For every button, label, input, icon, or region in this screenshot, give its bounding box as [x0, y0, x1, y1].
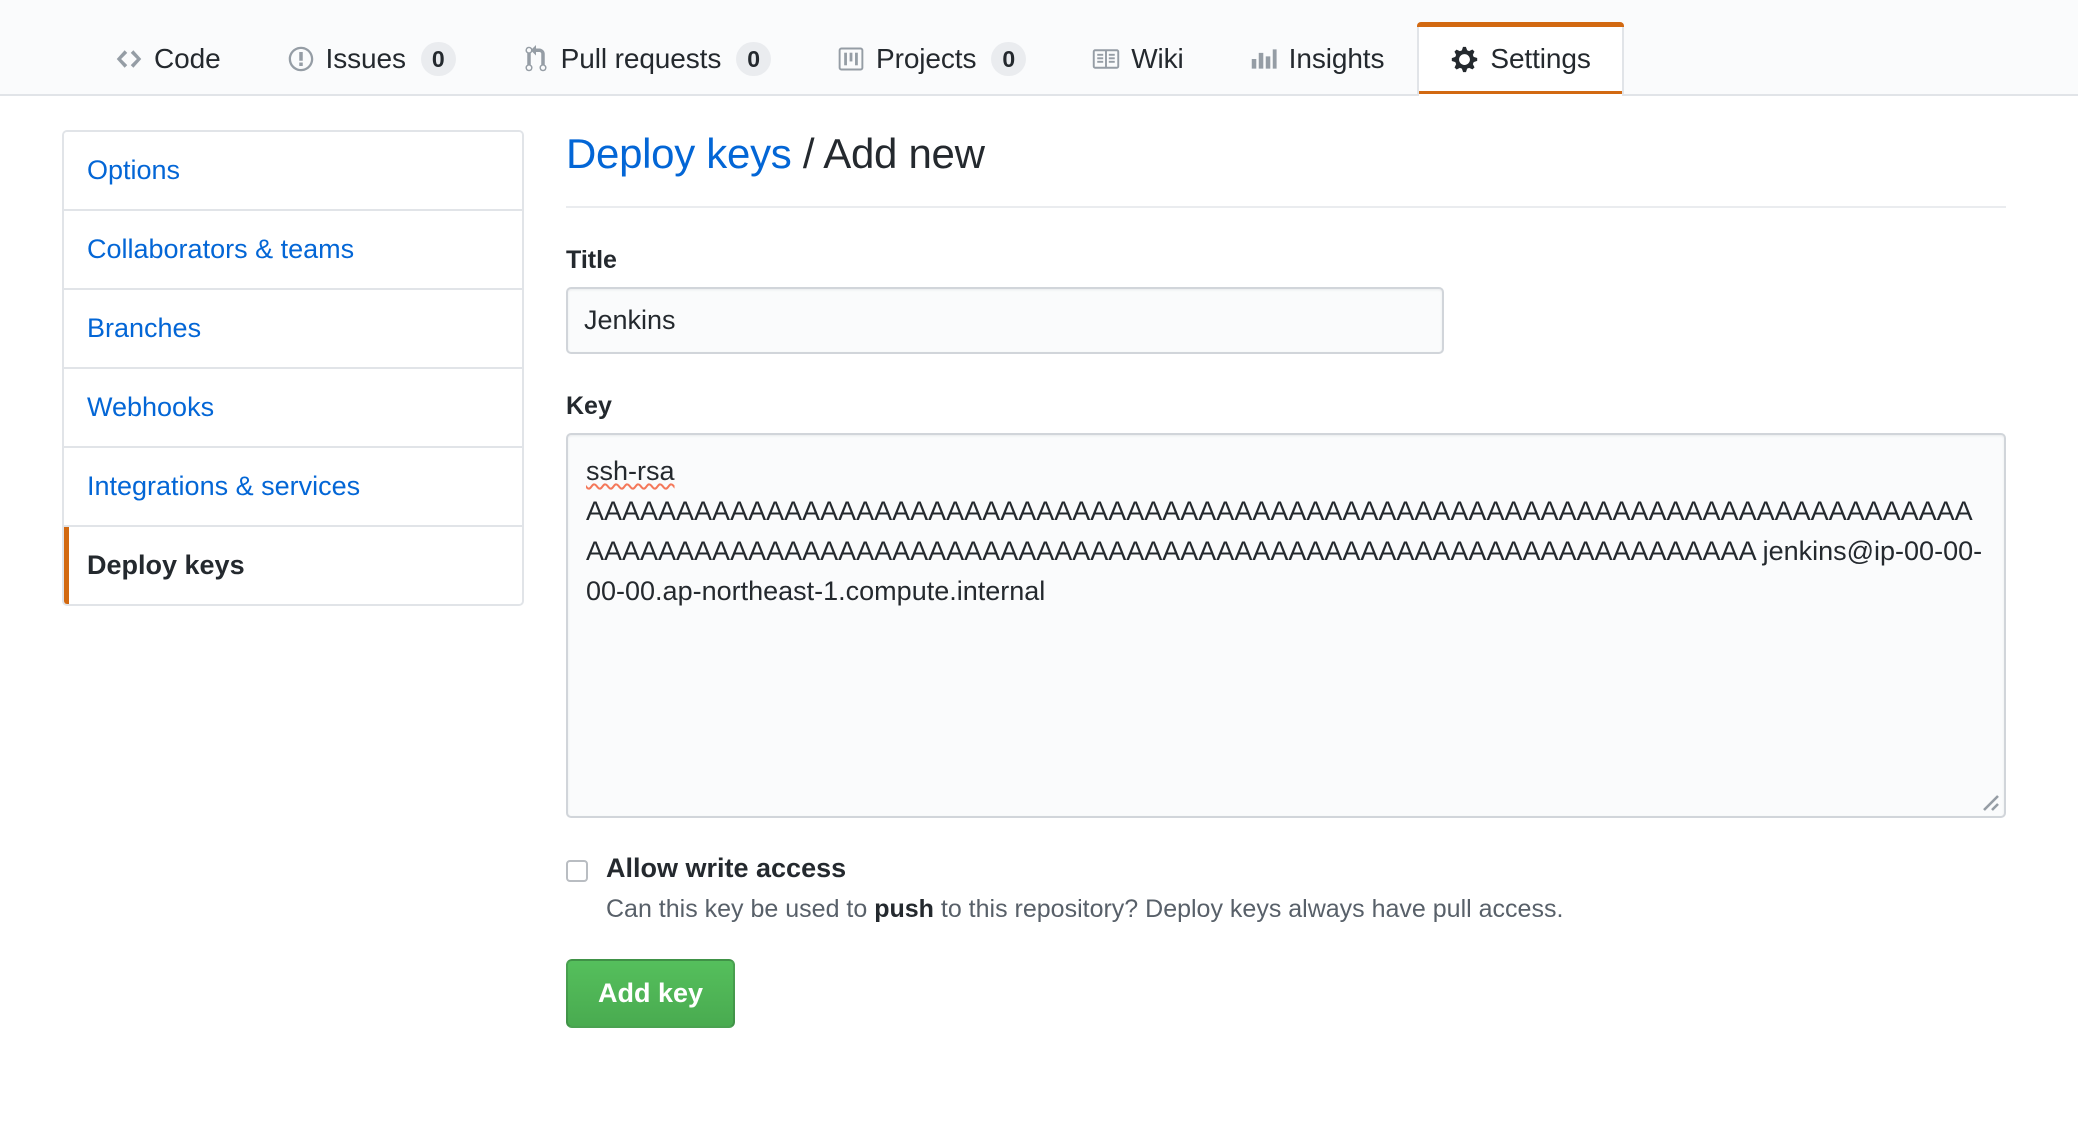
tab-pull-requests-count: 0 [736, 42, 772, 76]
key-body-text: AAAAAAAAAAAAAAAAAAAAAAAAAAAAAAAAAAAAAAAA… [586, 496, 1983, 606]
page-title: Deploy keys / Add new [566, 130, 2006, 208]
breadcrumb-current: Add new [823, 130, 985, 177]
sidebar-item-label: Collaborators & teams [87, 234, 355, 264]
tab-issues[interactable]: Issues 0 [254, 22, 489, 94]
tab-pull-requests[interactable]: Pull requests 0 [489, 22, 804, 94]
settings-sidebar: Options Collaborators & teams Branches W… [62, 130, 524, 606]
title-label: Title [566, 246, 617, 274]
tab-projects[interactable]: Projects 0 [804, 22, 1059, 94]
sidebar-item-branches[interactable]: Branches [64, 290, 522, 369]
allow-write-access-row: Allow write access Can this key be used … [566, 852, 2006, 927]
allow-write-access-checkbox[interactable] [566, 860, 588, 882]
tab-wiki[interactable]: Wiki [1059, 22, 1216, 94]
tab-projects-label: Projects [876, 43, 977, 74]
tab-projects-count: 0 [991, 42, 1027, 76]
title-input[interactable] [566, 287, 1444, 354]
allow-write-access-note: Can this key be used to push to this rep… [606, 893, 1563, 927]
tab-insights-label: Insights [1288, 43, 1385, 74]
note-text-after: to this repository? Deploy keys always h… [933, 895, 1564, 924]
sidebar-item-options[interactable]: Options [64, 132, 522, 211]
title-form-group: Title [566, 246, 2006, 354]
tab-issues-label: Issues [325, 43, 406, 74]
settings-page: Options Collaborators & teams Branches W… [0, 96, 2078, 1029]
sidebar-item-label: Deploy keys [87, 550, 245, 580]
key-form-group: Key ssh-rsa AAAAAAAAAAAAAAAAAAAAAAAAAAAA… [566, 392, 2006, 818]
tab-wiki-label: Wiki [1131, 43, 1184, 74]
tab-pull-requests-label: Pull requests [560, 43, 722, 74]
sidebar-item-label: Branches [87, 313, 202, 343]
sidebar-item-webhooks[interactable]: Webhooks [64, 369, 522, 448]
sidebar-item-label: Options [87, 155, 181, 185]
tab-insights[interactable]: Insights [1217, 22, 1418, 94]
allow-write-access-text-block: Allow write access Can this key be used … [606, 852, 1563, 927]
note-text-bold: push [874, 895, 934, 924]
book-icon [1092, 45, 1120, 73]
tab-issues-count: 0 [420, 42, 456, 76]
repo-nav-bar: Code Issues 0 Pull requests 0 Projects 0… [0, 0, 2078, 98]
add-key-button[interactable]: Add key [566, 959, 736, 1029]
breadcrumb-separator: / [791, 130, 824, 177]
note-text-before: Can this key be used to [606, 895, 875, 924]
sidebar-item-label: Webhooks [87, 392, 215, 422]
tab-settings[interactable]: Settings [1417, 22, 1625, 98]
git-pull-request-icon [522, 45, 550, 73]
graph-icon [1250, 45, 1278, 73]
repo-nav-tablist: Code Issues 0 Pull requests 0 Projects 0… [0, 0, 2078, 98]
key-textarea[interactable]: ssh-rsa AAAAAAAAAAAAAAAAAAAAAAAAAAAAAAAA… [566, 433, 2006, 818]
code-icon [115, 45, 143, 73]
tab-settings-label: Settings [1490, 43, 1591, 74]
sidebar-item-integrations-services[interactable]: Integrations & services [64, 448, 522, 527]
project-icon [837, 45, 865, 73]
allow-write-access-label[interactable]: Allow write access [606, 852, 1563, 884]
breadcrumb-deploy-keys-link[interactable]: Deploy keys [566, 130, 792, 177]
tab-code-label: Code [154, 43, 221, 74]
main-content: Deploy keys / Add new Title Key ssh-rsa … [524, 130, 2078, 1029]
sidebar-item-collaborators-teams[interactable]: Collaborators & teams [64, 211, 522, 290]
tab-code[interactable]: Code [82, 22, 254, 94]
key-textarea-wrapper: ssh-rsa AAAAAAAAAAAAAAAAAAAAAAAAAAAAAAAA… [566, 433, 2006, 818]
key-prefix-text: ssh-rsa [586, 456, 675, 486]
gear-icon [1450, 45, 1479, 74]
sidebar-item-deploy-keys[interactable]: Deploy keys [64, 527, 522, 604]
issue-opened-icon [287, 45, 315, 73]
key-label: Key [566, 392, 612, 420]
sidebar-item-label: Integrations & services [87, 471, 361, 501]
